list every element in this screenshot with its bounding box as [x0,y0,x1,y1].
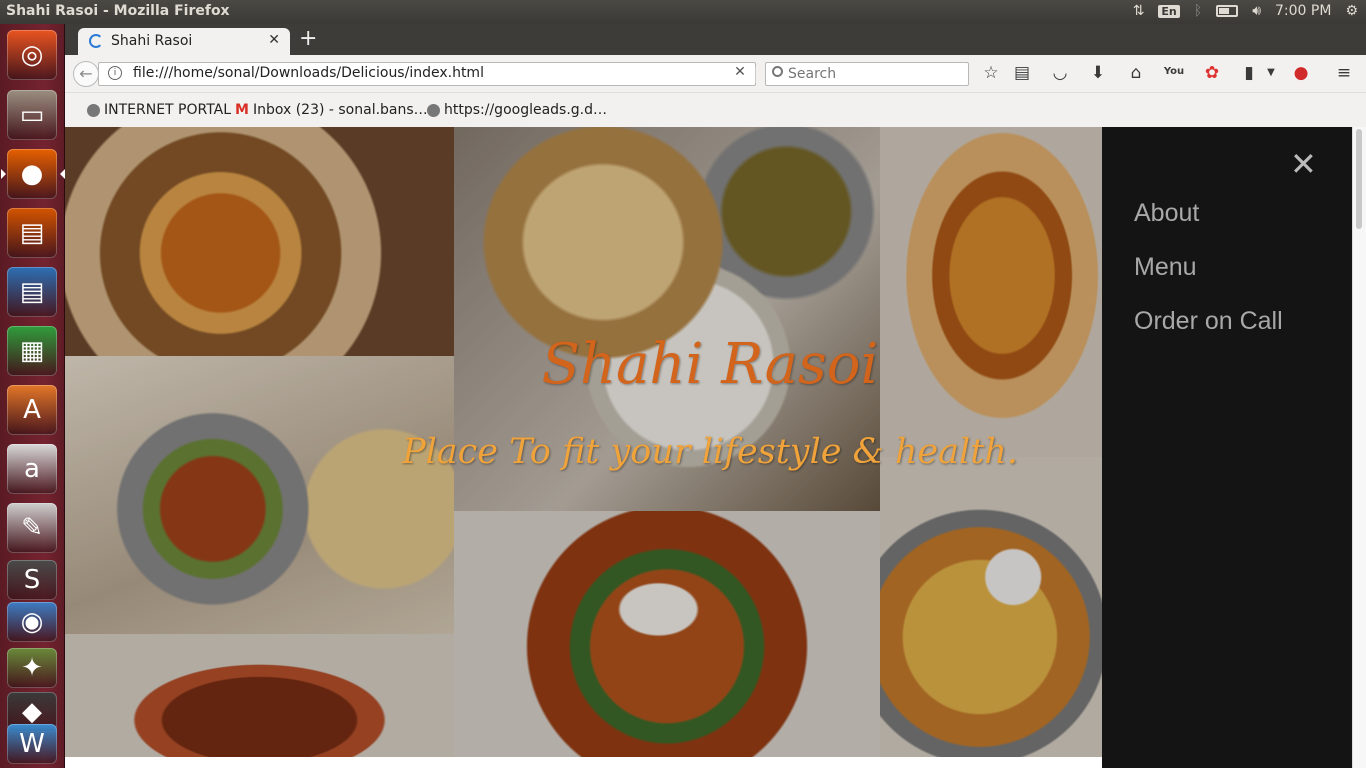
navigation-toolbar: ← i file:///home/sonal/Downloads/Delicio… [65,55,1366,93]
clock[interactable]: 7:00 PM [1275,3,1331,19]
address-bar[interactable]: i file:///home/sonal/Downloads/Delicious… [98,62,756,86]
bookmark-label: https://googleads.g.d… [444,102,608,118]
top-panel: Shahi Rasoi - Mozilla Firefox ⇅ En ᛒ 🔊︎ … [0,0,1366,24]
disk-icon[interactable]: ◉ [7,602,57,642]
sublime-icon[interactable]: S [7,560,57,600]
text-editor-icon[interactable]: ✎ [7,503,57,553]
close-menu-icon[interactable]: ✕ [1290,145,1317,183]
bookmark-star-icon[interactable]: ☆ [980,63,1002,83]
side-nav-menu: ✕ About Menu Order on Call [1102,127,1352,768]
url-text[interactable]: file:///home/sonal/Downloads/Delicious/i… [133,65,484,81]
page-scrollbar[interactable] [1352,127,1366,768]
files-icon[interactable]: ▭ [7,90,57,140]
globe-icon [87,103,100,117]
network-icon[interactable]: ⇅ [1133,3,1145,19]
home-icon[interactable]: ⌂ [1125,63,1147,83]
unity-launcher: ◎ ▭ ● ▤ ▤ ▦ Aa ✎ S ◉ ✦ ◆ W [0,24,65,768]
tab-shahi-rasoi[interactable]: Shahi Rasoi ✕ [78,28,290,55]
new-tab-button[interactable]: + [299,26,317,51]
menu-link-about[interactable]: About [1134,199,1199,228]
xfig-icon[interactable]: ✦ [7,648,57,688]
bluetooth-icon[interactable]: ᛒ [1194,3,1202,19]
writer-icon[interactable]: ▤ [7,267,57,317]
ubuntu-dash-icon[interactable]: ◎ [7,30,57,80]
hamburger-menu-icon[interactable]: ≡ [1333,63,1355,83]
bookmark-internet-portal[interactable]: INTERNET PORTAL [87,102,231,118]
battery-icon[interactable] [1216,5,1239,17]
firefox-icon[interactable]: ● [1,149,65,199]
system-tray: ⇅ En ᛒ 🔊︎ 7:00 PM ⚙ [1133,3,1358,19]
globe-icon [427,103,440,117]
software-center-icon[interactable]: A [7,385,57,435]
bookmark-gmail-inbox[interactable]: M Inbox (23) - sonal.bans… [235,102,428,118]
youtube-icon[interactable]: You [1163,66,1185,77]
tab-close-icon[interactable]: ✕ [268,32,280,48]
tab-bar: Shahi Rasoi ✕ + [65,24,1366,55]
menu-link-order-on-call[interactable]: Order on Call [1134,307,1283,336]
scrollbar-thumb[interactable] [1356,129,1362,229]
tab-label: Shahi Rasoi [111,33,193,49]
search-icon [772,66,783,77]
pinterest-icon[interactable]: ● [1290,63,1312,83]
settings-gear-icon[interactable]: ⚙ [1345,3,1358,19]
bookmark-label: INTERNET PORTAL [104,102,232,118]
web-page: Shahi Rasoi Place To fit your lifestyle … [65,127,1352,768]
wordpress-icon[interactable]: W [7,724,57,764]
bookmark-label: Inbox (23) - sonal.bans… [252,102,428,118]
urlbar-separator [755,67,756,83]
extension-colors-icon[interactable]: ✿ [1201,63,1223,83]
gmail-icon: M [235,102,249,118]
search-bar[interactable] [765,62,969,86]
loading-spinner-icon [89,34,103,48]
search-input[interactable] [788,64,964,84]
clipboard-dropdown-icon[interactable]: ▼ [1260,67,1282,78]
pocket-icon[interactable]: ◡ [1049,63,1071,83]
back-button[interactable]: ← [73,61,99,87]
site-info-icon[interactable]: i [108,66,122,80]
impress-icon[interactable]: ▤ [7,208,57,258]
volume-icon[interactable]: 🔊︎ [1252,3,1261,19]
reading-list-icon[interactable]: ▤ [1011,63,1033,83]
window-title: Shahi Rasoi - Mozilla Firefox [6,3,230,19]
amazon-icon[interactable]: a [7,444,57,494]
bookmarks-toolbar: INTERNET PORTAL M Inbox (23) - sonal.ban… [65,93,1366,127]
clear-url-icon[interactable]: ✕ [729,64,751,80]
clipboard-icon[interactable]: ▮ [1238,63,1260,83]
bookmark-googleads[interactable]: https://googleads.g.d… [427,102,607,118]
calc-icon[interactable]: ▦ [7,326,57,376]
keyboard-layout-indicator[interactable]: En [1158,4,1180,18]
page-bottom-strip [65,757,1102,768]
menu-link-menu[interactable]: Menu [1134,253,1197,282]
downloads-icon[interactable]: ⬇ [1087,63,1109,83]
